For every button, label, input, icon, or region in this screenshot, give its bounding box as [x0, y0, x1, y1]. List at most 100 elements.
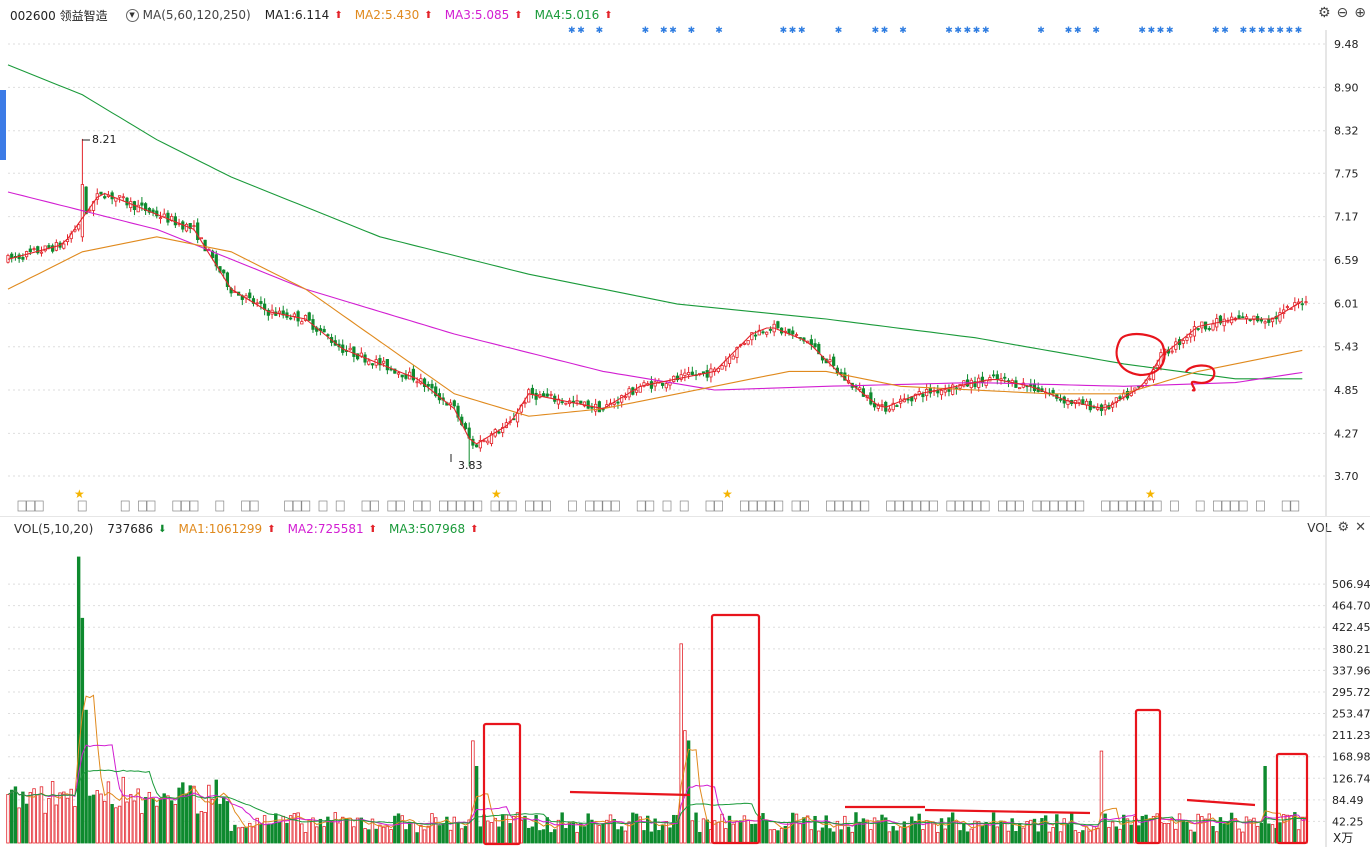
candle-body — [482, 440, 486, 443]
volume-bar — [1081, 830, 1085, 844]
event-dot-icon: ✱ — [660, 26, 668, 36]
candle-body — [880, 404, 884, 406]
volume-bar — [333, 812, 337, 844]
event-marker-icon — [1032, 500, 1042, 512]
event-marker-icon — [1118, 500, 1128, 512]
volume-bar — [43, 812, 47, 844]
event-dot-icon: ✱ — [1295, 26, 1303, 36]
candle-body — [28, 248, 32, 252]
volume-bar — [121, 776, 125, 844]
event-marker-icon — [1213, 500, 1222, 512]
candle-body — [1192, 326, 1197, 337]
candle-body — [1003, 376, 1007, 379]
price-tick-label: 8.32 — [1334, 125, 1359, 138]
volume-bar — [214, 779, 218, 844]
volume-bar — [1129, 824, 1133, 844]
volume-bar — [794, 813, 799, 844]
event-marker-icon — [1127, 500, 1136, 512]
volume-bar — [991, 812, 996, 844]
volume-bar — [28, 792, 33, 844]
volume-bar — [65, 797, 70, 844]
event-dot-icon: ✱ — [1286, 26, 1294, 36]
event-dot-icon: ✱ — [780, 26, 788, 36]
volume-bar — [716, 821, 721, 844]
volume-bar — [523, 815, 527, 844]
volume-bar — [724, 828, 728, 844]
event-dot-icon: ✱ — [596, 26, 604, 36]
event-dot-icon: ✱ — [1212, 26, 1220, 36]
volume-bar — [344, 818, 349, 844]
volume-bar — [114, 807, 118, 844]
event-marker-icon — [593, 500, 603, 512]
candle-body — [99, 191, 103, 195]
event-dot-icon: ✱ — [1148, 26, 1156, 36]
volume-bar — [36, 794, 40, 844]
volume-bar — [430, 813, 434, 844]
event-marker-icon — [602, 500, 612, 512]
star-icon: ★ — [722, 487, 733, 501]
volume-bar — [1222, 823, 1226, 844]
event-marker-icon — [1195, 500, 1205, 512]
volume-bar — [448, 829, 453, 844]
volume-bar — [489, 822, 494, 844]
volume-bar — [1073, 830, 1078, 844]
volume-bar — [1017, 823, 1022, 844]
candle-body — [158, 217, 163, 219]
volume-bar — [969, 828, 973, 844]
volume-bar — [419, 824, 423, 844]
volume-bar — [891, 826, 895, 844]
volume-bar — [1096, 827, 1100, 844]
event-dot-icon: ✱ — [1240, 26, 1248, 36]
volume-tick-label: 84.49 — [1332, 794, 1364, 807]
event-dot-icon: ✱ — [789, 26, 797, 36]
volume-bar — [623, 830, 628, 844]
volume-bar — [668, 827, 672, 844]
volume-bar — [1069, 812, 1074, 844]
volume-bar — [69, 788, 73, 844]
event-marker-icon — [886, 500, 895, 512]
candle-body — [895, 405, 899, 407]
price-tick-label: 4.85 — [1334, 384, 1359, 397]
volume-bar — [824, 815, 828, 844]
event-marker-icon — [1152, 500, 1162, 512]
volume-tick-label: 464.70 — [1332, 600, 1370, 613]
volume-bar — [571, 822, 576, 844]
volume-bar — [913, 820, 918, 844]
volume-bar — [1237, 828, 1241, 844]
volume-bar — [300, 823, 304, 844]
volume-bar — [508, 823, 512, 844]
volume-bar — [649, 831, 654, 844]
event-marker-icon — [464, 500, 474, 512]
volume-bar — [1207, 813, 1212, 844]
volume-bar — [619, 826, 624, 844]
volume-bar — [1192, 831, 1197, 844]
volume-bar — [526, 827, 531, 844]
candle-body — [277, 310, 282, 314]
volume-bar — [839, 829, 843, 844]
volume-bar — [1244, 816, 1249, 844]
volume-bar — [857, 822, 862, 844]
volume-bar — [1003, 821, 1007, 844]
event-marker-icon — [189, 500, 199, 512]
event-dot-icon: ✱ — [1037, 26, 1045, 36]
event-marker-icon — [413, 500, 422, 512]
volume-bar — [218, 803, 222, 844]
volume-bar — [553, 829, 557, 844]
candle-body — [415, 381, 419, 384]
volume-bar — [835, 820, 840, 844]
volume-bar — [355, 817, 360, 844]
volume-bar — [474, 765, 479, 844]
volume-bar — [233, 824, 237, 844]
volume-bar — [54, 804, 59, 844]
volume-bar — [917, 813, 921, 844]
volume-bar — [244, 826, 248, 844]
volume-bar — [102, 800, 107, 844]
candle-body — [579, 400, 583, 404]
volume-bar — [151, 797, 155, 844]
volume-bar — [140, 813, 144, 844]
volume-bar — [6, 794, 10, 844]
price-tick-label: 7.17 — [1334, 211, 1359, 224]
volume-bar — [1047, 831, 1052, 844]
event-marker-icon — [120, 500, 130, 512]
volume-bar — [1062, 818, 1066, 844]
